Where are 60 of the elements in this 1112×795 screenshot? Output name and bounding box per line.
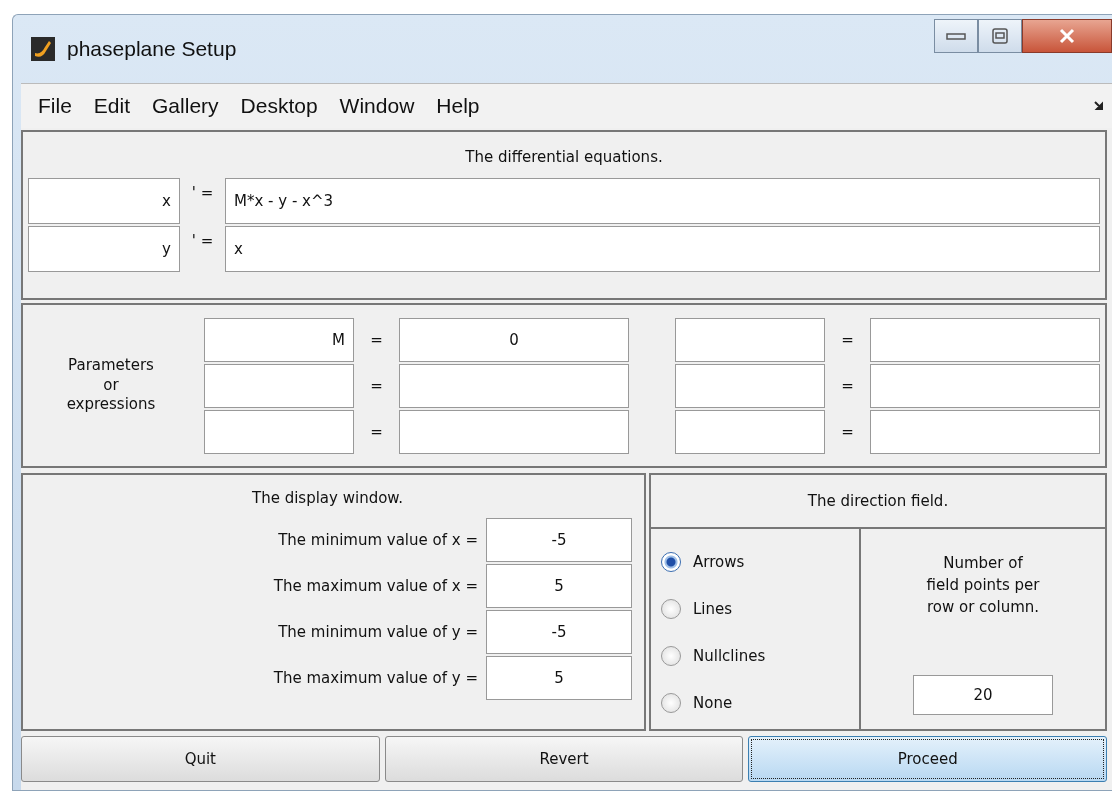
equals-sign: = — [369, 421, 384, 443]
menu-item[interactable]: Edit — [82, 94, 142, 118]
window-title: phaseplane Setup — [67, 37, 237, 61]
radio-option[interactable]: Nullclines — [661, 633, 859, 678]
expression-field[interactable]: M*x - y - x^3 — [225, 178, 1100, 224]
close-button[interactable] — [1022, 19, 1112, 53]
limit-field[interactable]: -5 — [486, 610, 632, 654]
parameter-value-field[interactable] — [870, 363, 1100, 408]
equals-sign: = — [840, 329, 855, 351]
parameter-name-field[interactable] — [675, 317, 825, 362]
action-button[interactable]: Revert — [384, 736, 744, 782]
minimize-icon — [946, 31, 966, 41]
limit-field[interactable]: 5 — [486, 564, 632, 608]
parameter-name-field[interactable]: M — [204, 317, 354, 362]
menu-item[interactable]: File — [27, 94, 83, 118]
close-icon — [1058, 28, 1076, 44]
parameter-name-field[interactable] — [204, 409, 354, 454]
parameter-value-field[interactable]: 0 — [399, 317, 629, 362]
derivative-sign: ' = — [190, 231, 215, 252]
parameter-name-field[interactable] — [675, 363, 825, 408]
parameter-value-field[interactable] — [870, 317, 1100, 362]
field-points-field[interactable]: 20 — [913, 675, 1053, 715]
limit-label: The maximum value of x = — [273, 577, 478, 595]
maximize-button[interactable] — [978, 19, 1022, 53]
parameter-value-field[interactable] — [870, 409, 1100, 454]
equals-sign: = — [369, 375, 384, 397]
derivative-sign: ' = — [190, 183, 215, 204]
parameter-name-field[interactable] — [675, 409, 825, 454]
menu-item[interactable]: Window — [328, 94, 426, 118]
parameters-label: Parameters or expressions — [65, 356, 157, 415]
radio-option[interactable]: Arrows — [661, 539, 859, 584]
parameter-value-field[interactable] — [399, 409, 629, 454]
radio-option[interactable]: Lines — [661, 586, 859, 631]
equals-sign: = — [840, 421, 855, 443]
maximize-icon — [991, 27, 1009, 45]
limit-label: The minimum value of y = — [278, 623, 478, 641]
limit-field[interactable]: 5 — [486, 656, 632, 700]
variable-field[interactable]: x — [28, 178, 180, 224]
panel-title: The differential equations. — [464, 147, 664, 168]
field-points-label: Number of field points per row or column. — [926, 553, 1040, 618]
variable-field[interactable]: y — [28, 226, 180, 272]
dock-arrow-icon[interactable] — [1094, 101, 1104, 111]
menu-item[interactable]: Help — [425, 94, 491, 118]
equals-sign: = — [840, 375, 855, 397]
panel-title: The display window. — [251, 488, 404, 509]
menu-item[interactable]: Gallery — [141, 94, 230, 118]
panel-title: The direction field. — [807, 492, 949, 510]
radio-option[interactable]: None — [661, 680, 859, 725]
equals-sign: = — [369, 329, 384, 351]
limit-label: The minimum value of x = — [278, 531, 478, 549]
menu-item[interactable]: Desktop — [229, 94, 329, 118]
parameter-value-field[interactable] — [399, 363, 629, 408]
parameter-name-field[interactable] — [204, 363, 354, 408]
limit-label: The maximum value of y = — [273, 669, 478, 687]
app-icon — [31, 37, 55, 61]
expression-field[interactable]: x — [225, 226, 1100, 272]
action-button[interactable]: Proceed — [748, 736, 1107, 782]
minimize-button[interactable] — [934, 19, 978, 53]
limit-field[interactable]: -5 — [486, 518, 632, 562]
action-button[interactable]: Quit — [21, 736, 380, 782]
